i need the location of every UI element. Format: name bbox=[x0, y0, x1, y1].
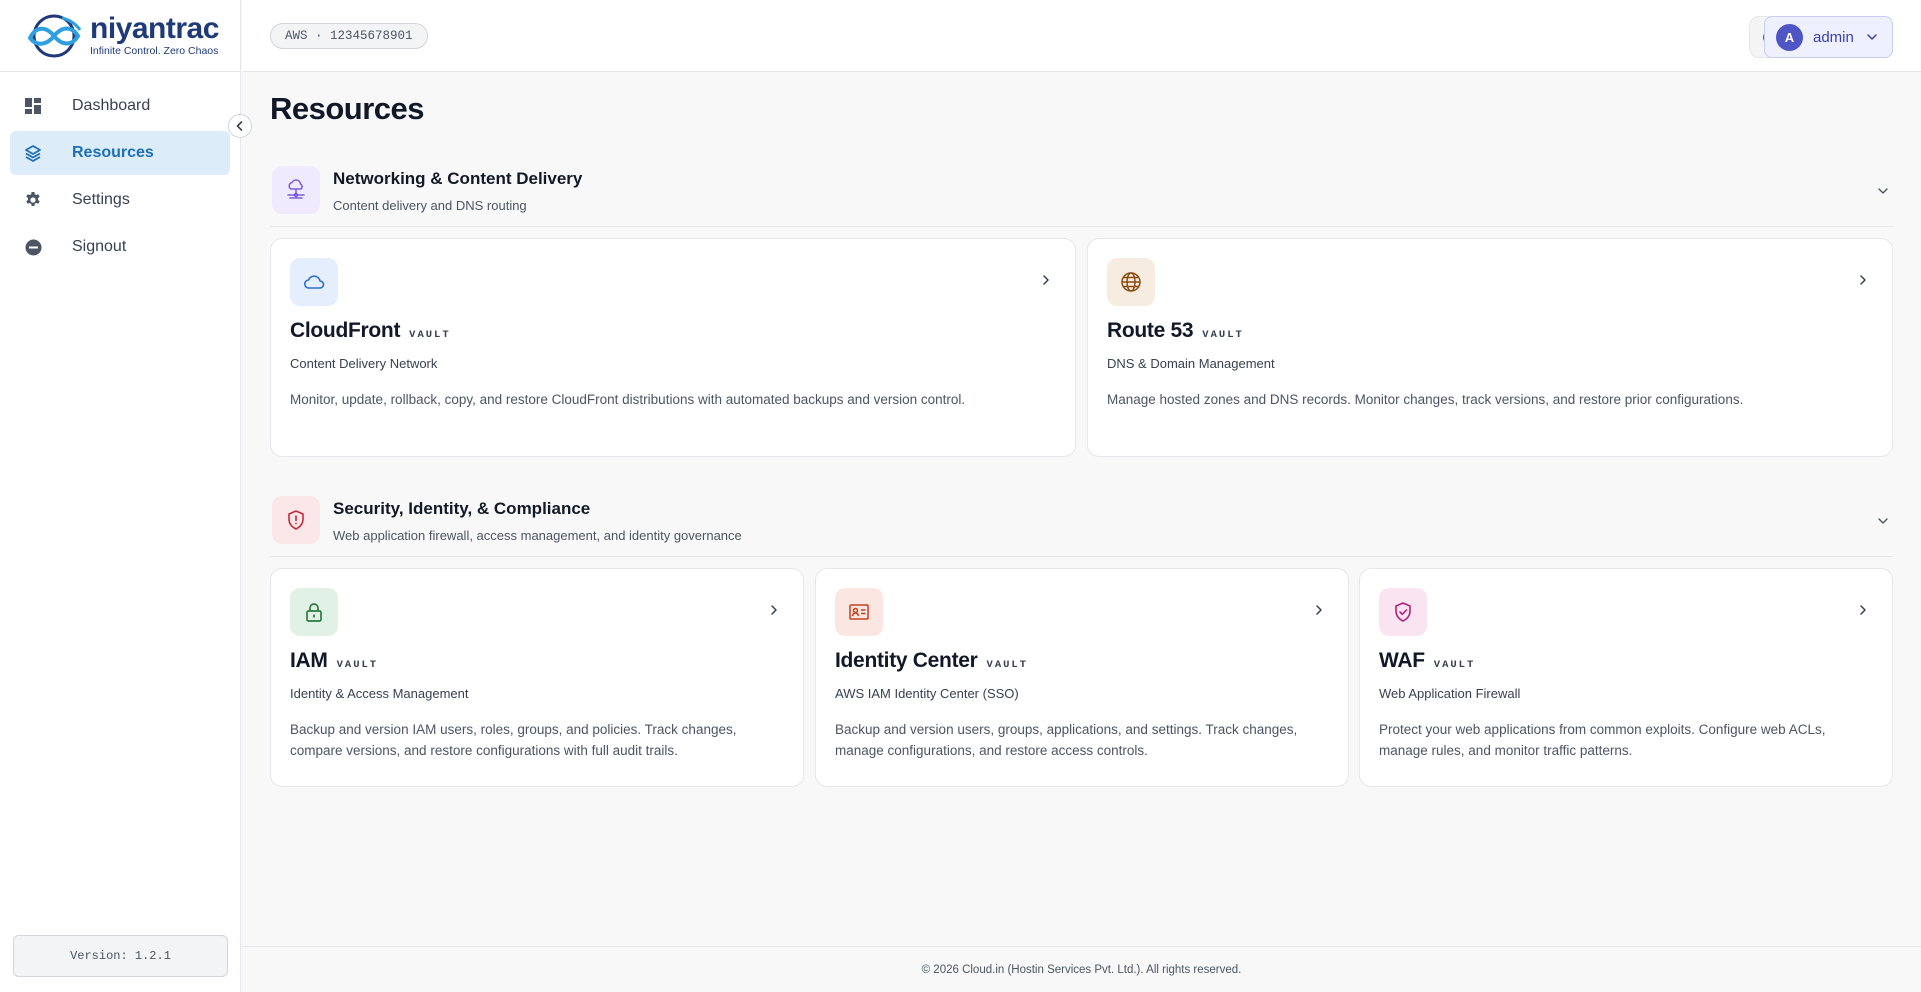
dashboard-grid-icon bbox=[24, 97, 42, 115]
chevron-right-icon bbox=[1037, 271, 1055, 289]
resource-card-waf[interactable]: WAF VAULT Web Application Firewall Prote… bbox=[1359, 568, 1893, 787]
section-title: Networking & Content Delivery bbox=[333, 169, 583, 188]
collapse-sidebar-button[interactable] bbox=[228, 114, 252, 138]
section-subtitle: Web application firewall, access managem… bbox=[333, 528, 742, 543]
section-security[interactable]: Security, Identity, & Compliance Web app… bbox=[270, 487, 1893, 557]
layers-icon bbox=[24, 144, 42, 162]
sidebar: niyantrac Infinite Control. Zero Chaos D… bbox=[0, 0, 241, 992]
resource-card-route53[interactable]: Route 53 VAULT DNS & Domain Management M… bbox=[1087, 238, 1893, 457]
shield-alert-icon bbox=[272, 496, 320, 544]
section-networking[interactable]: Networking & Content Delivery Content de… bbox=[270, 157, 1893, 227]
brand-name: niyantrac bbox=[90, 12, 219, 46]
chevron-right-icon bbox=[765, 601, 783, 619]
main-content: Resources Networking & Content Delivery … bbox=[242, 73, 1921, 947]
cloud-icon bbox=[290, 258, 338, 306]
sidebar-item-dashboard[interactable]: Dashboard bbox=[10, 84, 230, 128]
resource-card-iam[interactable]: IAM VAULT Identity & Access Management B… bbox=[270, 568, 804, 787]
sidebar-item-label: Settings bbox=[72, 191, 130, 208]
sidebar-item-label: Signout bbox=[72, 238, 127, 255]
section-subtitle: Content delivery and DNS routing bbox=[333, 198, 527, 213]
card-subtitle: AWS IAM Identity Center (SSO) bbox=[835, 686, 1019, 701]
brand-tagline: Infinite Control. Zero Chaos bbox=[90, 45, 219, 58]
sidebar-item-label: Resources bbox=[72, 144, 154, 161]
gear-icon bbox=[24, 191, 42, 209]
id-card-icon bbox=[835, 588, 883, 636]
card-subtitle: DNS & Domain Management bbox=[1107, 356, 1275, 371]
top-header: AWS · 12345678901 A admin bbox=[242, 0, 1921, 72]
card-description: Monitor, update, rollback, copy, and res… bbox=[290, 392, 966, 407]
card-description: Backup and version users, groups, applic… bbox=[835, 722, 1298, 758]
chevron-down-icon bbox=[1867, 34, 1877, 40]
user-menu-button[interactable]: A admin bbox=[1764, 16, 1893, 58]
card-title: Identity Center bbox=[835, 649, 978, 672]
account-badge: AWS · 12345678901 bbox=[270, 23, 428, 49]
network-cloud-icon bbox=[272, 166, 320, 214]
signout-icon bbox=[24, 238, 42, 256]
sidebar-brand: niyantrac Infinite Control. Zero Chaos bbox=[0, 0, 240, 72]
sidebar-item-signout[interactable]: Signout bbox=[10, 225, 230, 269]
sidebar-item-resources[interactable]: Resources bbox=[10, 131, 230, 175]
vault-badge: VAULT bbox=[336, 659, 379, 671]
card-title: WAF bbox=[1379, 649, 1425, 672]
chevron-right-icon bbox=[1854, 601, 1872, 619]
logo[interactable]: niyantrac Infinite Control. Zero Chaos bbox=[22, 14, 219, 58]
version-label: Version: 1.2.1 bbox=[13, 935, 228, 977]
shield-check-icon bbox=[1379, 588, 1427, 636]
avatar: A bbox=[1776, 23, 1803, 51]
card-title: IAM bbox=[290, 649, 328, 672]
card-subtitle: Content Delivery Network bbox=[290, 356, 438, 371]
infinity-logo-icon bbox=[27, 14, 82, 57]
chevron-right-icon bbox=[1854, 271, 1872, 289]
card-description: Manage hosted zones and DNS records. Mon… bbox=[1107, 392, 1744, 407]
section-title: Security, Identity, & Compliance bbox=[333, 499, 591, 518]
vault-badge: VAULT bbox=[1202, 329, 1244, 341]
card-description: Backup and version IAM users, roles, gro… bbox=[290, 722, 737, 758]
card-subtitle: Web Application Firewall bbox=[1379, 686, 1521, 701]
chevron-right-icon bbox=[1310, 601, 1328, 619]
chevron-down-icon[interactable] bbox=[1873, 511, 1893, 531]
user-name: admin bbox=[1813, 28, 1854, 46]
sidebar-item-settings[interactable]: Settings bbox=[10, 178, 230, 222]
resource-card-cloudfront[interactable]: CloudFront VAULT Content Delivery Networ… bbox=[270, 238, 1076, 457]
chevron-left-icon bbox=[236, 121, 243, 131]
card-title: Route 53 bbox=[1107, 319, 1194, 342]
card-title: CloudFront bbox=[290, 319, 401, 342]
vault-badge: VAULT bbox=[409, 329, 451, 341]
chevron-down-icon[interactable] bbox=[1873, 181, 1893, 201]
page-footer: © 2026 Cloud.in (Hostin Services Pvt. Lt… bbox=[242, 946, 1921, 992]
card-description: Protect your web applications from commo… bbox=[1379, 722, 1826, 758]
vault-badge: VAULT bbox=[986, 659, 1029, 671]
resource-card-identity-center[interactable]: Identity Center VAULT AWS IAM Identity C… bbox=[815, 568, 1349, 787]
sidebar-nav: Dashboard Resources Settings Signout bbox=[0, 72, 240, 284]
sidebar-item-label: Dashboard bbox=[72, 97, 151, 114]
vault-badge: VAULT bbox=[1433, 659, 1476, 671]
card-subtitle: Identity & Access Management bbox=[290, 686, 469, 701]
copyright-text: © 2026 Cloud.in (Hostin Services Pvt. Lt… bbox=[921, 963, 1242, 976]
lock-icon bbox=[290, 588, 338, 636]
page-title: Resources bbox=[270, 91, 425, 126]
globe-icon bbox=[1107, 258, 1155, 306]
